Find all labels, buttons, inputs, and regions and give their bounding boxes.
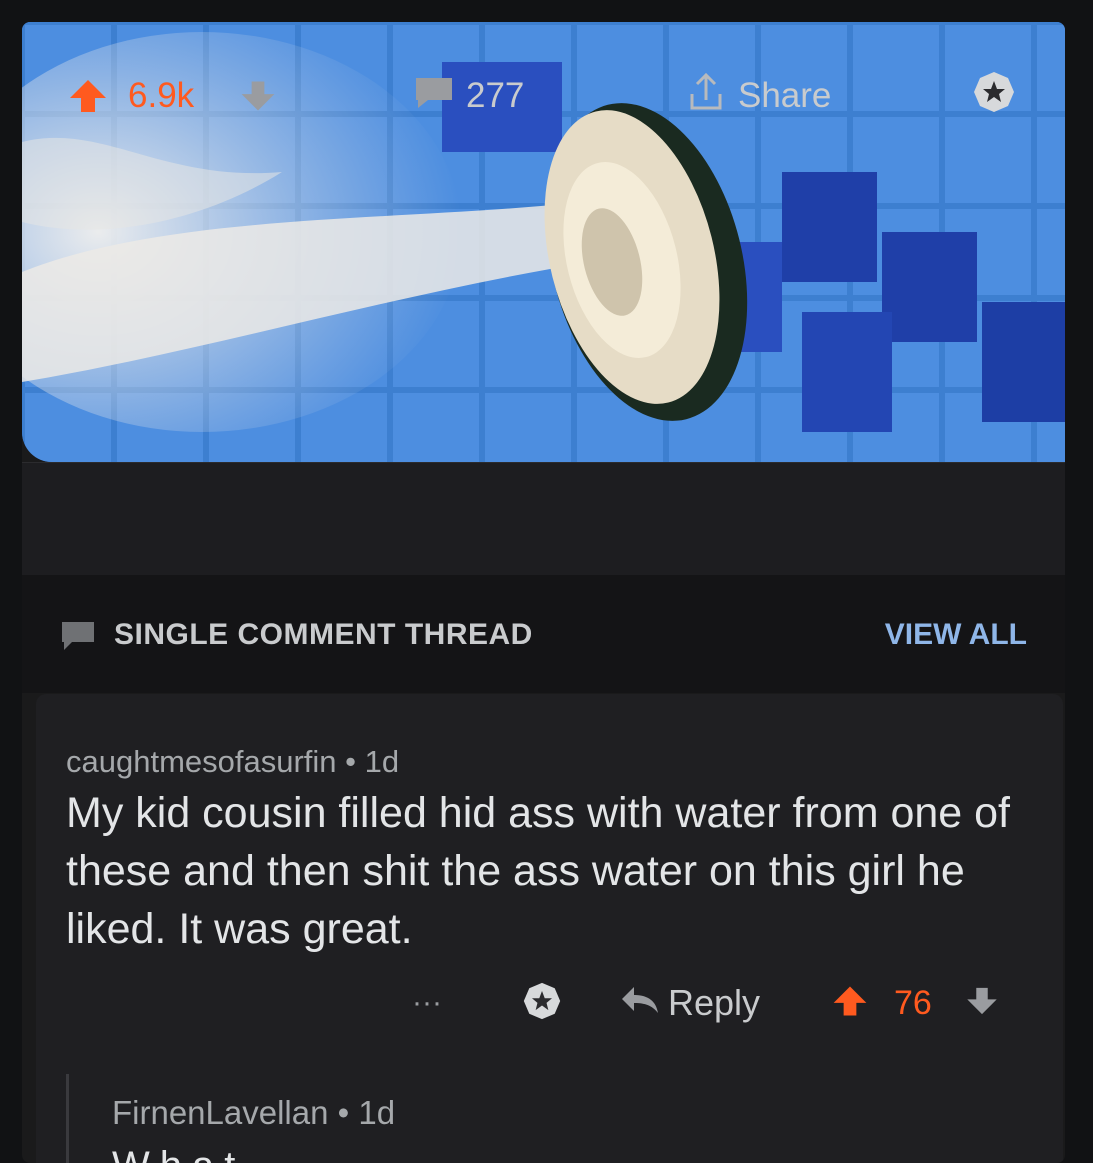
reply-author[interactable]: FirnenLavellan (112, 1094, 328, 1131)
view-all-link[interactable]: VIEW ALL (885, 618, 1027, 652)
post-action-bar (22, 462, 1065, 576)
award-button[interactable] (972, 71, 1016, 118)
comment-time: 1d (364, 744, 400, 779)
comment-meta: caughtmesofasurfin • 1d (66, 744, 399, 780)
upvote-count: 6.9k (128, 76, 195, 115)
thread-line (66, 1074, 69, 1163)
reply-body: What (112, 1144, 245, 1163)
share-icon (684, 70, 728, 123)
award-icon (972, 70, 1016, 123)
comment-body: My kid cousin filled hid ass with water … (66, 789, 1011, 953)
meta-separator: • (345, 744, 365, 779)
reply-meta: FirnenLavellan • 1d (112, 1094, 395, 1132)
reply-time: 1d (358, 1094, 396, 1131)
downvote-button[interactable] (238, 74, 278, 118)
downvote-arrow-icon (964, 983, 1000, 1024)
comment-downvote-button[interactable] (964, 978, 1000, 1028)
comment-upvote-button[interactable] (830, 978, 870, 1028)
comments-button[interactable]: 277 (412, 74, 524, 118)
comment-award-button[interactable] (522, 978, 562, 1028)
comment-author[interactable]: caughtmesofasurfin (66, 744, 337, 779)
chat-icon (60, 620, 96, 657)
post-frame: 6.9k 277 Share SINGLE COMMENT THREAD VIE… (22, 22, 1065, 1163)
meta-separator: • (337, 1094, 359, 1131)
upvote-arrow-icon (830, 981, 870, 1026)
reply-arrow-icon (620, 982, 660, 1024)
upvote-arrow-icon (66, 74, 110, 118)
share-label: Share (738, 76, 832, 115)
comment-bubble-icon (412, 72, 456, 121)
reply-label: Reply (668, 982, 761, 1023)
more-options-button[interactable]: ··· (412, 978, 442, 1028)
more-dots: ··· (412, 986, 442, 1019)
award-icon (522, 981, 562, 1026)
reply-button[interactable]: Reply (620, 978, 760, 1028)
comment-count: 277 (466, 76, 525, 115)
single-comment-thread-label: SINGLE COMMENT THREAD (114, 618, 533, 651)
downvote-arrow-icon (238, 76, 278, 116)
share-button[interactable]: Share (684, 72, 832, 118)
comment-score: 76 (894, 983, 932, 1022)
upvote-button[interactable] (66, 74, 110, 118)
